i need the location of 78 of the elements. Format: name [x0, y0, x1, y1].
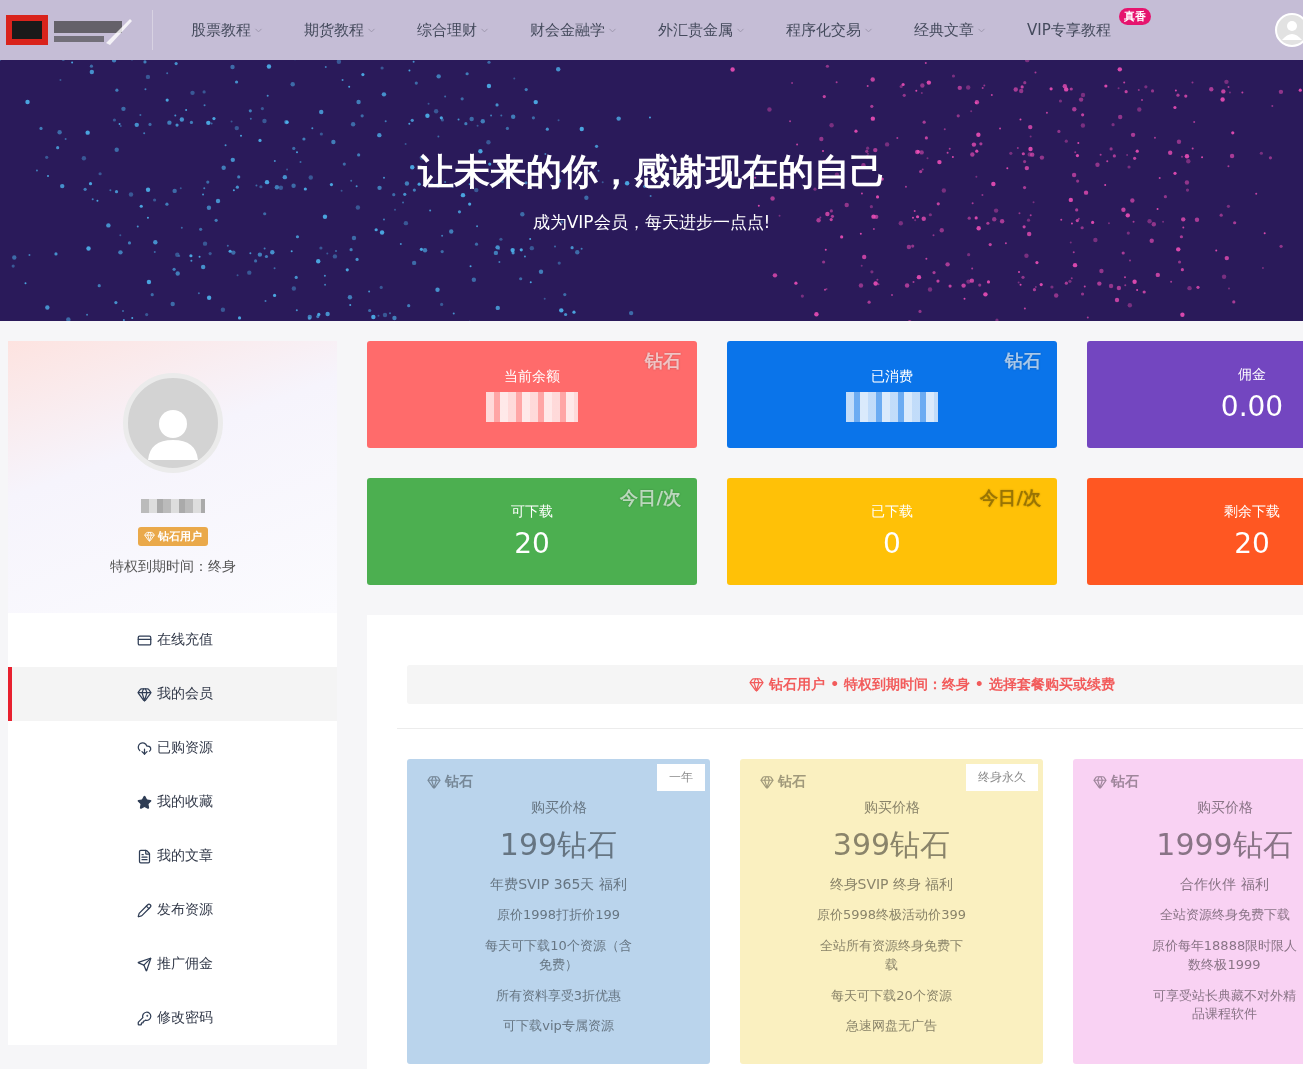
sidebar-item[interactable]: 在线充值 — [8, 613, 337, 667]
stat-label: 已下载 — [871, 503, 913, 521]
plan-feature: 每天可下载10个资源（含免费） — [484, 936, 633, 974]
diamond-icon — [760, 775, 774, 789]
nav-link[interactable]: 综合理财 — [417, 20, 490, 40]
stat-value: 0.00 — [1220, 390, 1284, 423]
sidebar-item[interactable]: 已购资源 — [8, 721, 337, 775]
star-icon — [136, 794, 152, 810]
price-label: 购买价格 — [863, 799, 920, 817]
plan-feature: 原价5998终极活动价399 — [817, 906, 966, 924]
nav-link[interactable]: 经典文章 — [914, 20, 987, 40]
plan-subtitle: 终身SVIP 终身 福利 — [829, 876, 954, 894]
stat-label: 当前余额 — [504, 367, 560, 386]
stat-tag: 今日/次 — [620, 486, 681, 510]
stat-value: 20 — [514, 527, 550, 560]
diamond-icon — [143, 531, 155, 542]
credit-card-icon — [136, 632, 152, 648]
period-badge: 一年 — [657, 764, 705, 791]
stat-tag: 今日/次 — [980, 486, 1041, 510]
banner-title: 让未来的你，感谢现在的自己 — [417, 149, 886, 194]
blurred-username — [140, 499, 205, 513]
plan-feature: 每天可下载20个资源 — [831, 986, 952, 1005]
nav-link[interactable]: 财会金融学 — [530, 20, 618, 40]
plan-feature: 所有资料享受3折优惠 — [495, 986, 622, 1005]
stat-tag: 钻石 — [645, 349, 681, 373]
period-badge: 终身永久 — [966, 764, 1038, 791]
price-label: 购买价格 — [1196, 799, 1253, 817]
sidebar-item[interactable]: 我的会员 — [8, 667, 337, 721]
paper-plane-icon — [136, 956, 152, 972]
stat-label: 已消费 — [871, 367, 913, 386]
plan-feature: 可下载vip专属资源 — [503, 1017, 614, 1036]
stat-value: 20 — [1234, 527, 1270, 560]
diamond-icon — [749, 677, 765, 692]
price-label: 购买价格 — [530, 799, 587, 817]
stat-label: 可下载 — [511, 503, 553, 521]
sidebar-item[interactable]: 发布资源 — [8, 883, 337, 937]
nav-link[interactable]: 外汇贵金属 — [658, 20, 746, 40]
cloud-download-icon — [136, 740, 152, 756]
plan-tag: 钻石 — [445, 773, 473, 791]
sidebar-item[interactable]: 我的文章 — [8, 829, 337, 883]
plan-card[interactable]: 钻石 终身永久 购买价格 399钻石 终身SVIP 终身 福利 原价5998终极活动价399 全站所有资源终身免费下载 每天可下载20个资源 急速网盘无广告 — [740, 759, 1043, 1064]
sidebar-item[interactable]: 修改密码 — [8, 991, 337, 1045]
expiry-text: 特权到期时间：终身 — [109, 558, 236, 576]
nav-link[interactable]: 期货教程 — [304, 20, 377, 40]
plan-price: 199钻石 — [499, 826, 618, 864]
plan-subtitle: 年费SVIP 365天 福利 — [490, 876, 627, 894]
plan-feature: 全站所有资源终身免费下载 — [819, 936, 964, 974]
stat-label: 佣金 — [1238, 366, 1266, 384]
banner-subtitle: 成为VIP会员，每天进步一点点! — [532, 210, 771, 234]
plan-price: 1999钻石 — [1156, 826, 1293, 864]
stat-value: 0 — [883, 527, 901, 560]
plan-feature: 全站资源终身免费下载 — [1159, 906, 1290, 924]
hot-badge: 真香 — [1118, 7, 1151, 25]
document-icon — [136, 848, 152, 864]
diamond-icon — [1093, 775, 1107, 789]
nav-link[interactable]: 程序化交易 — [786, 20, 874, 40]
plan-tag: 钻石 — [1111, 773, 1139, 791]
plan-card[interactable]: 钻石 一年 购买价格 199钻石 年费SVIP 365天 福利 原价1998打折价199 每天可下载10个资源（含免费） 所有资料享受3折优惠 可下载vip专属资源 — [407, 759, 710, 1064]
stat-label: 剩余下载 — [1224, 503, 1280, 521]
diamond-icon — [136, 686, 152, 702]
plan-tag: 钻石 — [778, 773, 806, 791]
key-icon — [136, 1010, 152, 1026]
sidebar-item[interactable]: 推广佣金 — [8, 937, 337, 991]
plan-card[interactable]: 钻石 购买价格 1999钻石 合作伙伴 福利 全站资源终身免费下载 原价每年18888限时限人数终极1999 可享受站长典藏不对外精品课程软件 — [1073, 759, 1303, 1064]
pencil-icon — [136, 902, 152, 918]
plan-feature: 原价1998打折价199 — [497, 906, 620, 924]
diamond-icon — [427, 775, 441, 789]
plan-price: 399钻石 — [832, 826, 951, 864]
sidebar-item[interactable]: 我的收藏 — [8, 775, 337, 829]
stat-tag: 钻石 — [1005, 349, 1041, 373]
plan-subtitle: 合作伙伴 福利 — [1180, 876, 1269, 894]
member-level: 钻石用户 — [157, 529, 202, 544]
plan-feature: 急速网盘无广告 — [846, 1017, 937, 1036]
notice-text: 钻石用户 • 特权到期时间：终身 • 选择套餐购买或续费 — [769, 675, 1115, 694]
plan-feature: 原价每年18888限时限人数终极1999 — [1150, 936, 1299, 974]
plan-feature: 可享受站长典藏不对外精品课程软件 — [1152, 986, 1297, 1024]
nav-link[interactable]: 股票教程 — [191, 20, 264, 40]
avatar-icon[interactable] — [1273, 13, 1303, 47]
